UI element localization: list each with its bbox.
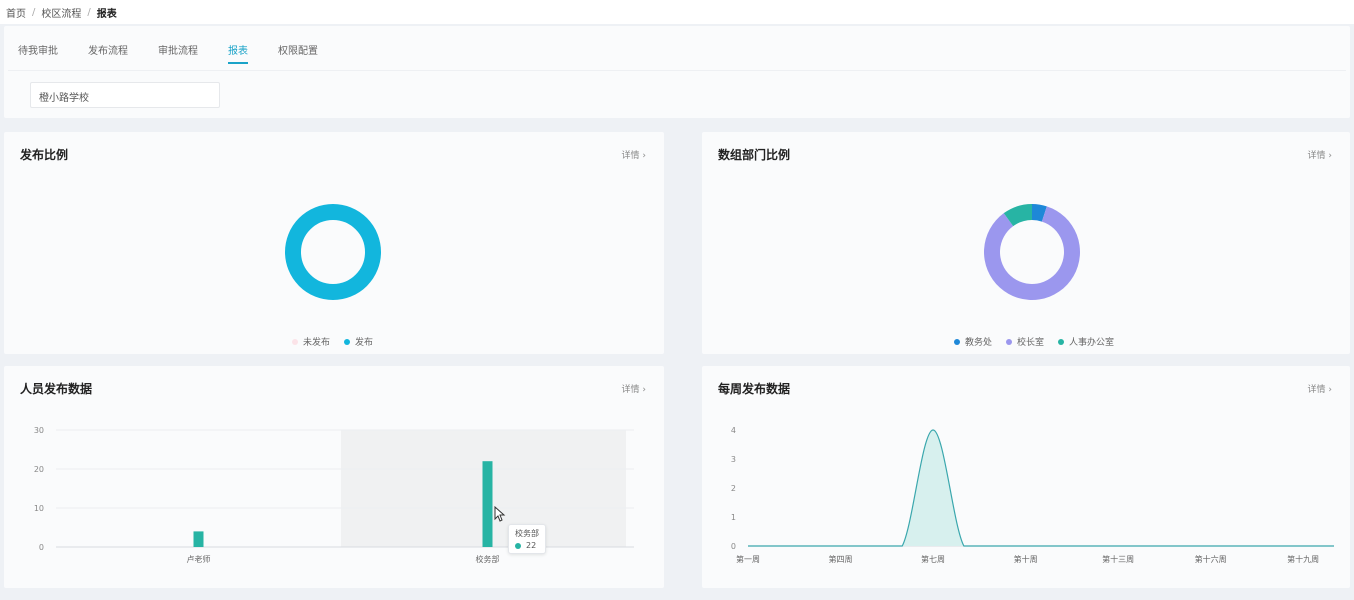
legend-label: 未发布 [303,338,331,348]
y-tick-label: 4 [731,426,736,435]
bar[interactable] [482,461,493,547]
bar[interactable] [193,531,204,547]
x-tick-label: 第一周 [736,554,760,564]
tab-publish-process[interactable]: 发布流程 [88,38,128,64]
legend-item[interactable]: 发布 [344,335,373,348]
y-tick-label: 20 [34,465,44,474]
area-fill [748,430,1334,546]
tooltip-dot [515,542,521,549]
x-tick-label: 第十周 [1014,554,1038,564]
pie-slice-1[interactable] [285,204,381,300]
breadcrumb-separator: / [32,6,36,18]
x-tick-label: 第十六周 [1195,554,1227,564]
pie-slice-1[interactable] [984,206,1080,300]
x-tick-label: 第七周 [921,554,945,564]
breadcrumb-separator: / [87,6,91,18]
weekly-count-chart: 0 1 2 3 4 第一周 第四周 第七周 第十周 第十三周 第十六周 第十九周 [731,426,1334,564]
legend-item[interactable]: 教务处 [954,335,992,348]
y-tick-label: 0 [731,542,736,551]
x-tick-label: 第四周 [829,554,853,564]
tab-bar: 待我审批 发布流程 审批流程 报表 权限配置 [18,38,348,64]
tab-report[interactable]: 报表 [228,38,248,64]
card-publish-ratio: 发布比例 详情 › 未发布 发布 [4,132,664,354]
legend-dot [292,338,298,345]
tooltip-title: 校务部 [515,529,539,538]
card-person-count: 人员发布数据 详情 › 0 10 20 30 卢老师 校务部 校务部 22 [4,366,664,588]
tabs-divider [8,70,1346,71]
dept-ratio-legend: 教务处 校长室 人事办公室 [954,335,1114,348]
breadcrumb-current: 报表 [96,8,117,20]
series-line[interactable] [748,429,1334,547]
publish-ratio-legend: 未发布 发布 [292,335,373,348]
card-dept-ratio: 数组部门比例 详情 › 教务处 校长室 人事办公室 [702,132,1350,354]
y-tick-label: 10 [34,504,44,513]
legend-item[interactable]: 未发布 [292,335,330,348]
tab-approval-process[interactable]: 审批流程 [158,38,198,64]
y-tick-label: 30 [34,426,44,435]
tab-pending-approval[interactable]: 待我审批 [18,38,58,64]
legend-dot [1006,338,1013,345]
legend-dot [1058,338,1065,345]
school-select[interactable]: 橙小路学校 [30,82,220,108]
y-tick-label: 2 [731,484,736,493]
legend-label: 校长室 [1017,338,1045,348]
dept-ratio-chart [984,204,1080,300]
legend-dot [344,338,351,345]
y-tick-label: 0 [39,543,44,552]
legend-label: 教务处 [965,338,993,348]
breadcrumb-home[interactable]: 首页 [6,5,26,20]
legend-item[interactable]: 校长室 [1006,335,1044,348]
publish-ratio-chart [285,204,381,300]
x-tick-label: 校务部 [476,554,500,564]
y-tick-label: 3 [731,455,736,464]
legend-dot [954,338,960,345]
tab-permission-config[interactable]: 权限配置 [278,38,318,64]
legend-label: 人事办公室 [1069,338,1115,348]
x-tick-label: 卢老师 [187,554,211,564]
bar-tooltip: 校务部 22 [508,524,546,554]
breadcrumb: 首页 / 校区流程 / 报表 [0,0,1354,24]
y-tick-label: 1 [731,513,736,522]
tooltip-value: 22 [526,541,537,550]
legend-item[interactable]: 人事办公室 [1058,335,1114,348]
person-count-chart: 0 10 20 30 卢老师 校务部 [34,426,634,564]
card-weekly-count: 每周发布数据 详情 › 0 1 2 3 4 第一周 第四周 第七周 第十周 第十三周 第十六周 第十九… [702,366,1350,588]
x-tick-label: 第十三周 [1102,554,1134,564]
cursor-icon [494,506,506,522]
top-panel: 待我审批 发布流程 审批流程 报表 权限配置 橙小路学校 [4,26,1350,118]
x-tick-label: 第十九周 [1287,554,1319,564]
breadcrumb-campus-process[interactable]: 校区流程 [41,5,81,20]
legend-label: 发布 [355,338,374,348]
